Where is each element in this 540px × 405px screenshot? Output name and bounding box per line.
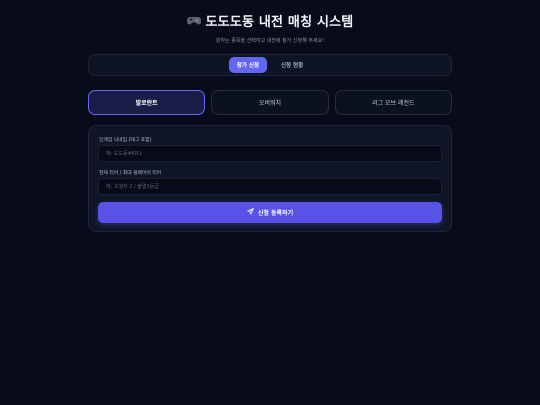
nickname-input[interactable] bbox=[98, 145, 442, 162]
page-title: 도도도동 내전 매칭 시스템 bbox=[186, 11, 354, 30]
page-subtitle: 원하는 종목을 선택하고 내전에 참가 신청해 주세요! bbox=[215, 38, 325, 44]
game-option-lol[interactable]: 리그 오브 레전드 bbox=[334, 90, 452, 115]
submit-button[interactable]: 신청 등록하기 bbox=[98, 202, 442, 223]
game-option-overwatch[interactable]: 오버워치 bbox=[211, 90, 329, 115]
tier-input[interactable] bbox=[98, 178, 442, 195]
tier-label: 현재 티어 / 최대 플레이어 티어 bbox=[99, 171, 162, 176]
submit-button-label: 신청 등록하기 bbox=[257, 210, 294, 217]
page-title-text: 도도도동 내전 매칭 시스템 bbox=[205, 15, 354, 30]
send-icon bbox=[247, 208, 254, 217]
nickname-label: 인게임 닉네임 (태그 포함) bbox=[99, 138, 152, 143]
tab-bar: 참가 신청 신청 현황 bbox=[88, 54, 452, 76]
application-form: 인게임 닉네임 (태그 포함) 현재 티어 / 최대 플레이어 티어 신청 등록… bbox=[88, 125, 452, 232]
tab-apply[interactable]: 참가 신청 bbox=[228, 57, 267, 73]
game-selector: 발로란트 오버워치 리그 오브 레전드 bbox=[88, 90, 452, 115]
header: 도도도동 내전 매칭 시스템 원하는 종목을 선택하고 내전에 참가 신청해 주… bbox=[0, 11, 540, 44]
app-page: 도도도동 내전 매칭 시스템 원하는 종목을 선택하고 내전에 참가 신청해 주… bbox=[0, 0, 540, 405]
tab-status[interactable]: 신청 현황 bbox=[273, 57, 311, 73]
game-option-valorant[interactable]: 발로란트 bbox=[88, 90, 206, 115]
gamepad-icon bbox=[186, 15, 201, 26]
